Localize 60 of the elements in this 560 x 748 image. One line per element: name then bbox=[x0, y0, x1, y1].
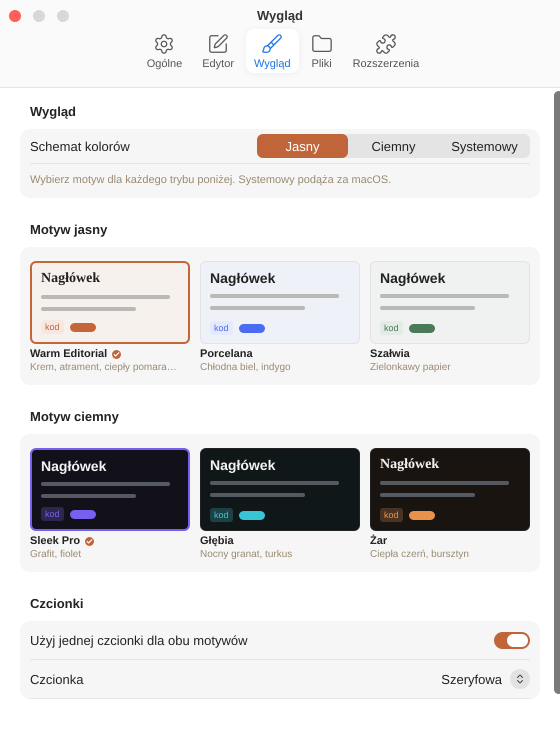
segment-option[interactable]: Ciemny bbox=[348, 134, 439, 158]
theme-preview[interactable]: Nagłówek kod bbox=[30, 261, 190, 344]
folder-icon bbox=[310, 33, 333, 55]
zoom-button[interactable] bbox=[57, 10, 69, 22]
theme-name: Porcelana bbox=[200, 348, 253, 360]
theme-preview[interactable]: Nagłówek kod bbox=[370, 261, 530, 344]
theme-preview[interactable]: Nagłówek kod bbox=[30, 448, 190, 531]
theme-name: Głębia bbox=[200, 535, 234, 547]
minimize-button[interactable] bbox=[33, 10, 45, 22]
check-icon bbox=[85, 536, 94, 546]
gear-icon bbox=[153, 33, 176, 55]
brush-icon bbox=[261, 33, 284, 55]
code-tag: kod bbox=[380, 321, 403, 335]
theme-name: Warm Editorial bbox=[30, 348, 108, 360]
toolbar-tab[interactable]: Wygląd bbox=[246, 29, 299, 73]
theme-name: Żar bbox=[370, 535, 388, 547]
hint-text: Wybierz motyw dla każdego trybu poniżej. Systemowy podąża za macOS. bbox=[30, 173, 392, 188]
code-tag: kod bbox=[380, 508, 403, 522]
theme-description: Grafit, fiolet bbox=[30, 549, 82, 560]
toggle-switch[interactable] bbox=[494, 632, 530, 648]
window-title: Wygląd bbox=[257, 8, 303, 23]
check-icon bbox=[112, 350, 122, 358]
section-heading: Motyw jasny bbox=[30, 222, 108, 237]
setting-label: Schemat kolorów bbox=[30, 138, 130, 154]
section-heading: Motyw ciemny bbox=[30, 409, 120, 424]
setting-label: Użyj jednej czcionki dla obu motywów bbox=[30, 632, 248, 648]
preview-heading: Nagłówek bbox=[210, 457, 276, 473]
segment-option[interactable]: Jasny bbox=[257, 134, 348, 158]
segment-option[interactable]: Systemowy bbox=[439, 134, 530, 158]
theme-preview[interactable]: Nagłówek kod bbox=[370, 448, 530, 531]
stepper-icon bbox=[510, 669, 530, 689]
theme-preview[interactable]: Nagłówek kod bbox=[200, 261, 360, 344]
close-button[interactable] bbox=[9, 10, 21, 22]
preview-heading: Nagłówek bbox=[41, 458, 108, 474]
code-tag: kod bbox=[41, 507, 64, 521]
font-select[interactable]: Szeryfowa bbox=[441, 669, 530, 689]
edit-icon bbox=[207, 33, 230, 55]
theme-description: Nocny granat, turkus bbox=[200, 549, 294, 560]
puzzle-icon bbox=[374, 33, 397, 55]
section-heading: Czcionki bbox=[30, 596, 84, 611]
theme-preview[interactable]: Nagłówek kod bbox=[200, 448, 360, 531]
toolbar-tab[interactable]: Ogólne bbox=[138, 29, 190, 73]
code-tag: kod bbox=[41, 320, 64, 334]
preview-heading: Nagłówek bbox=[380, 270, 446, 286]
theme-name: Sleek Pro bbox=[30, 535, 80, 547]
preview-heading: Nagłówek bbox=[41, 271, 102, 287]
code-tag: kod bbox=[210, 508, 233, 522]
toolbar-tab[interactable]: Rozszerzenia bbox=[344, 29, 428, 73]
theme-description: Zielonkawy papier bbox=[370, 362, 452, 373]
code-tag: kod bbox=[210, 321, 233, 335]
theme-description: Ciepła czerń, bursztyn bbox=[370, 549, 470, 560]
toolbar-tab[interactable]: Pliki bbox=[302, 29, 341, 73]
preview-heading: Nagłówek bbox=[380, 457, 440, 473]
preview-heading: Nagłówek bbox=[210, 270, 276, 286]
setting-label: Czcionka bbox=[30, 672, 84, 686]
theme-description: Chłodna biel, indygo bbox=[200, 362, 292, 373]
toolbar-tab[interactable]: Edytor bbox=[194, 29, 242, 73]
theme-name: Szałwia bbox=[370, 348, 410, 360]
section-heading: Wygląd bbox=[30, 104, 77, 119]
theme-description: Krem, atrament, ciepły pomara… bbox=[30, 362, 178, 373]
